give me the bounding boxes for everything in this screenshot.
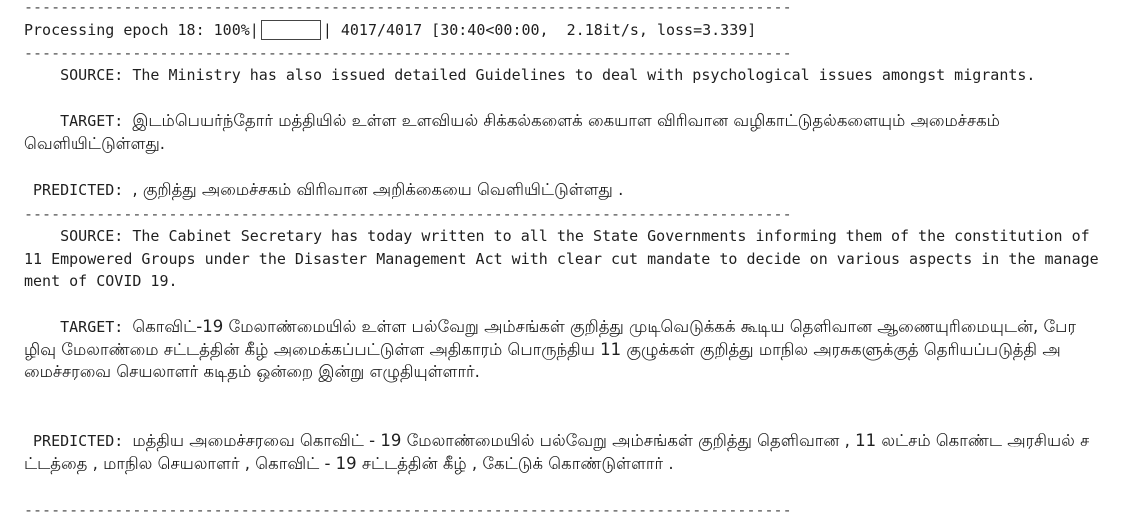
progress-line: Processing epoch 18: 100%| | 4017/4017 [3… [24, 19, 756, 41]
terminal-output: ----------------------------------------… [0, 0, 1140, 519]
progress-suffix: | 4017/4017 [30:40<00:00, 2.18it/s, loss… [322, 21, 757, 39]
source-text-1: SOURCE: The Ministry has also issued det… [24, 66, 1036, 84]
target-text-2: TARGET: கொவிட்-19 மேலாண்மையில் உள்ள பல்வ… [24, 317, 1076, 381]
progress-bar [260, 20, 321, 40]
target-text-1: TARGET: இடம்பெயர்ந்தோர் மத்தியில் உள்ள உ… [24, 111, 1006, 153]
predicted-text-2: PREDICTED: மத்திய அமைச்சரவை கொவிட் - 19 … [24, 431, 1090, 473]
separator-line: ----------------------------------------… [24, 0, 794, 16]
separator-line: ----------------------------------------… [24, 205, 794, 223]
predicted-text-1: PREDICTED: , குறித்து அமைச்சகம் விரிவான … [24, 180, 624, 199]
source-text-2: SOURCE: The Cabinet Secretary has today … [24, 227, 1099, 290]
separator-line: ----------------------------------------… [24, 44, 794, 62]
progress-prefix: Processing epoch 18: 100%| [24, 21, 259, 39]
separator-line: ----------------------------------------… [24, 501, 794, 519]
